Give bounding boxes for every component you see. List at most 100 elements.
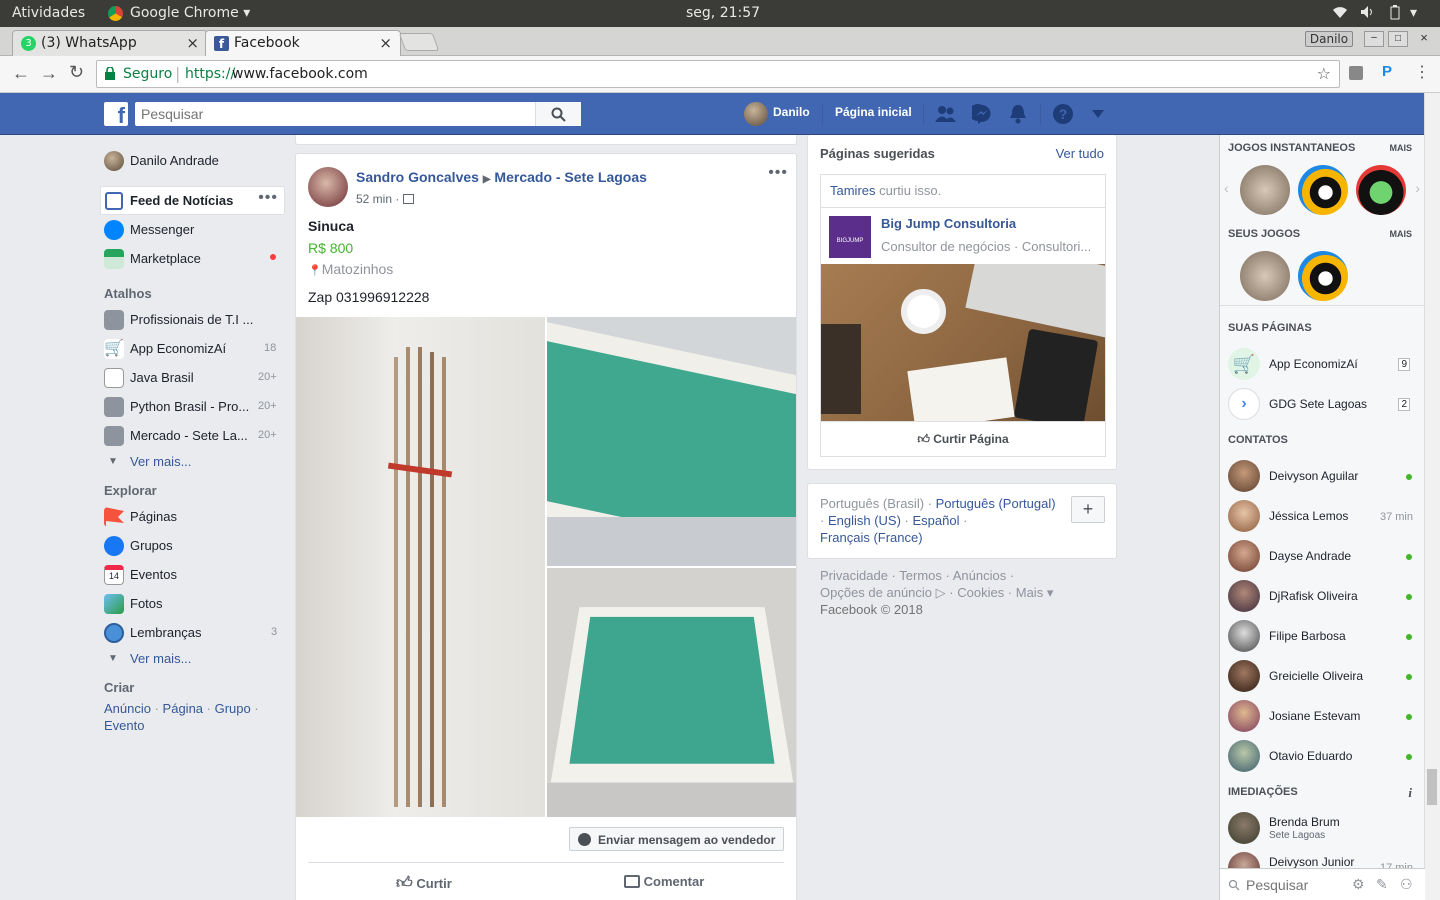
8-ball-pool-game-icon[interactable] bbox=[1298, 251, 1348, 301]
scrollbar-thumb[interactable] bbox=[1427, 769, 1437, 805]
account-menu-caret-icon[interactable] bbox=[1092, 110, 1104, 118]
profile-avatar[interactable] bbox=[744, 102, 768, 126]
page-cover-image[interactable] bbox=[821, 264, 1105, 421]
chrome-menu-icon[interactable]: ⋮ bbox=[1414, 62, 1430, 82]
new-message-icon[interactable]: ✎ bbox=[1376, 876, 1388, 893]
create-ad-link[interactable]: Anúncio bbox=[104, 701, 151, 716]
more-options-icon[interactable]: ••• bbox=[258, 189, 278, 207]
contact-item[interactable]: Otavio Eduardo bbox=[1228, 740, 1418, 776]
post-options-icon[interactable]: ••• bbox=[768, 164, 788, 182]
profile-chip[interactable]: Danilo bbox=[1305, 31, 1353, 47]
page-item[interactable]: 🛒 App EconomizAí 9 bbox=[1228, 348, 1418, 384]
search-input[interactable] bbox=[141, 105, 531, 123]
friend-link[interactable]: Tamires bbox=[830, 183, 876, 198]
profile-link[interactable]: Danilo bbox=[773, 105, 810, 119]
like-page-button[interactable]: 👍︎ Curtir Página bbox=[821, 421, 1105, 457]
bookmark-star-icon[interactable]: ☆ bbox=[1317, 64, 1331, 83]
big-jump-logo[interactable]: BIGJUMP bbox=[829, 216, 871, 258]
reload-icon[interactable]: ↻ bbox=[69, 62, 84, 83]
like-button[interactable]: 👍︎ Curtir bbox=[396, 874, 452, 893]
system-menu-caret-icon[interactable]: ▾ bbox=[1410, 5, 1417, 21]
omnibox[interactable]: Seguro | https:// www.facebook.com ☆ bbox=[96, 60, 1340, 88]
contact-item[interactable]: Dayse Andrade bbox=[1228, 540, 1418, 576]
close-tab-icon[interactable]: × bbox=[186, 34, 199, 52]
search-box[interactable] bbox=[135, 102, 581, 126]
chrome-logo-icon bbox=[108, 6, 123, 21]
tab-facebook[interactable]: f Facebook × bbox=[205, 30, 401, 57]
game-avatar[interactable] bbox=[1240, 165, 1290, 215]
suggested-pages-card: Páginas sugeridas Ver tudo Tamires curti… bbox=[807, 135, 1117, 470]
privacy-link[interactable]: Privacidade bbox=[820, 568, 888, 583]
chevron-right-icon[interactable]: › bbox=[1415, 180, 1420, 196]
page-name-link[interactable]: Big Jump Consultoria bbox=[881, 216, 1016, 231]
photo-cues[interactable] bbox=[296, 317, 545, 817]
group-link[interactable]: Mercado - Sete Lagoas bbox=[494, 169, 647, 185]
messenger-icon[interactable] bbox=[972, 104, 992, 124]
notifications-bell-icon[interactable] bbox=[1009, 104, 1027, 124]
create-group-link[interactable]: Grupo bbox=[215, 701, 251, 716]
post-time[interactable]: 52 min bbox=[356, 192, 392, 206]
create-event-link[interactable]: Evento bbox=[104, 718, 144, 733]
p-extension-icon[interactable]: P bbox=[1382, 63, 1392, 80]
cookies-link[interactable]: Cookies bbox=[957, 585, 1004, 600]
game-icon[interactable] bbox=[1356, 165, 1406, 215]
contact-item[interactable]: Jéssica Lemos 37 min bbox=[1228, 500, 1418, 536]
language-link[interactable]: English (US) bbox=[828, 513, 901, 528]
wifi-icon[interactable] bbox=[1332, 5, 1348, 23]
facebook-logo-icon[interactable]: f bbox=[104, 102, 128, 126]
ads-link[interactable]: Anúncios bbox=[953, 568, 1006, 583]
language-link[interactable]: Português (Portugal) bbox=[936, 496, 1056, 511]
forward-icon[interactable]: → bbox=[40, 63, 58, 84]
contact-item[interactable]: DjRafisk Oliveira bbox=[1228, 580, 1418, 616]
tab-whatsapp[interactable]: 3 (3) WhatsApp × bbox=[12, 30, 208, 56]
activities-button[interactable]: Atividades bbox=[12, 5, 85, 21]
volume-icon[interactable] bbox=[1360, 5, 1376, 23]
author-avatar[interactable] bbox=[308, 167, 348, 207]
add-language-button[interactable]: + bbox=[1071, 496, 1105, 523]
contact-item[interactable]: Deivyson Aguilar bbox=[1228, 460, 1418, 496]
close-tab-icon[interactable]: × bbox=[379, 34, 392, 52]
8-ball-pool-game-icon[interactable] bbox=[1298, 165, 1348, 215]
message-seller-button[interactable]: Enviar mensagem ao vendedor bbox=[569, 827, 784, 851]
create-page-link[interactable]: Página bbox=[163, 701, 203, 716]
chat-search-input[interactable] bbox=[1246, 876, 1346, 894]
extension-icon[interactable] bbox=[1349, 66, 1363, 80]
comment-button[interactable]: Comentar bbox=[624, 874, 704, 889]
help-icon[interactable]: ? bbox=[1053, 104, 1073, 124]
language-link[interactable]: Español bbox=[912, 513, 959, 528]
photo-table-1[interactable] bbox=[547, 317, 796, 566]
friend-requests-icon[interactable] bbox=[935, 105, 957, 123]
info-icon[interactable]: i bbox=[1408, 785, 1412, 801]
page-item[interactable]: › GDG Sete Lagoas 2 bbox=[1228, 388, 1418, 424]
search-button[interactable] bbox=[535, 102, 581, 126]
gear-icon[interactable]: ⚙ bbox=[1352, 876, 1365, 893]
restore-icon[interactable]: □ bbox=[1388, 31, 1408, 47]
language-link[interactable]: Français (France) bbox=[820, 530, 923, 545]
back-icon[interactable]: ← bbox=[12, 63, 30, 84]
more-my-games-link[interactable]: MAIS bbox=[1390, 229, 1413, 239]
page-scrollbar[interactable] bbox=[1424, 93, 1440, 900]
caret-down-icon: ▾ bbox=[243, 5, 251, 21]
contact-item[interactable]: Filipe Barbosa bbox=[1228, 620, 1418, 656]
terms-link[interactable]: Termos bbox=[899, 568, 942, 583]
more-games-link[interactable]: MAIS bbox=[1390, 143, 1413, 153]
home-link[interactable]: Página inicial bbox=[835, 105, 912, 119]
contact-item[interactable]: Greicielle Oliveira bbox=[1228, 660, 1418, 696]
battery-icon[interactable] bbox=[1390, 5, 1400, 24]
clock[interactable]: seg, 21:57 bbox=[686, 5, 760, 21]
nearby-item[interactable]: Brenda Brum Sete Lagoas bbox=[1228, 812, 1418, 848]
contact-item[interactable]: Josiane Estevam bbox=[1228, 700, 1418, 736]
game-avatar[interactable] bbox=[1240, 251, 1290, 301]
news-feed-item[interactable]: Feed de Notícias ••• bbox=[100, 186, 285, 215]
ad-choices-link[interactable]: Opções de anúncio bbox=[820, 585, 932, 600]
minimize-icon[interactable]: – bbox=[1364, 31, 1384, 47]
see-all-link[interactable]: Ver tudo bbox=[1056, 146, 1104, 161]
photo-table-2[interactable] bbox=[547, 568, 796, 817]
app-menu-button[interactable]: Google Chrome ▾ bbox=[130, 5, 250, 21]
author-link[interactable]: Sandro Goncalves bbox=[356, 169, 479, 185]
close-window-icon[interactable]: × bbox=[1416, 31, 1432, 47]
create-group-icon[interactable]: ⚇ bbox=[1400, 876, 1413, 893]
more-link[interactable]: Mais bbox=[1016, 585, 1043, 600]
new-tab-button[interactable] bbox=[398, 33, 440, 51]
chevron-left-icon[interactable]: ‹ bbox=[1224, 180, 1229, 196]
